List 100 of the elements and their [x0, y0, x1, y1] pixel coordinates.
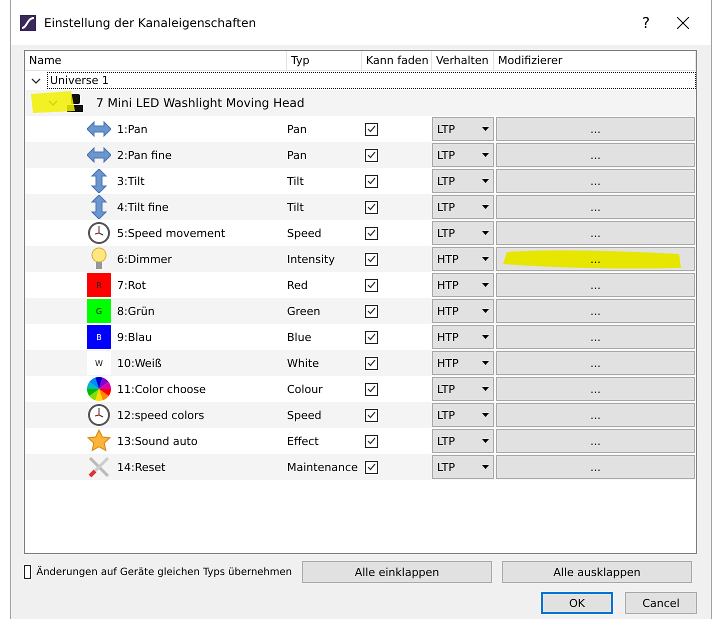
behaviour-dropdown[interactable]: LTP [432, 143, 494, 167]
behaviour-dropdown[interactable]: LTP [432, 403, 494, 427]
fade-checkbox[interactable] [365, 122, 378, 136]
caret-icon [482, 387, 489, 391]
channel-name: 14:Reset [117, 460, 166, 474]
channel-name: 3:Tilt [117, 174, 145, 188]
behaviour-dropdown[interactable]: LTP [432, 429, 494, 453]
behaviour-dropdown[interactable]: HTP [432, 273, 494, 297]
vertical-arrow-icon [91, 169, 107, 193]
channel-type: White [287, 356, 320, 370]
fade-checkbox[interactable] [365, 226, 378, 240]
behaviour-dropdown[interactable]: LTP [432, 221, 494, 245]
channel-type: Green [287, 304, 322, 318]
channel-name: 6:Dimmer [117, 252, 172, 266]
fade-checkbox[interactable] [365, 382, 378, 396]
modifier-button[interactable]: ... [496, 429, 695, 453]
modifier-button[interactable]: ... [496, 351, 695, 375]
caret-icon [482, 309, 489, 313]
channel-name: 7:Rot [117, 278, 146, 292]
channel-type: Intensity [287, 252, 336, 266]
behaviour-dropdown[interactable]: LTP [432, 117, 494, 141]
modifier-button[interactable]: ... [496, 273, 695, 297]
channel-type: Tilt [287, 174, 305, 188]
channel-type: Red [287, 278, 309, 292]
fade-checkbox[interactable] [365, 356, 378, 370]
modifier-button[interactable]: ... [496, 377, 695, 401]
behaviour-dropdown[interactable]: HTP [432, 325, 494, 349]
channel-name: 11:Color choose [117, 382, 206, 396]
behaviour-dropdown[interactable]: LTP [432, 455, 494, 479]
action-button[interactable]: Alle ausklappen [502, 561, 692, 583]
channel-type: Pan [287, 122, 308, 136]
tree-item[interactable]: 7 Mini LED Washlight Moving Head [96, 96, 304, 110]
modifier-button[interactable]: ... [496, 117, 695, 141]
color-swatch-icon: G [87, 299, 111, 323]
channel-type: Tilt [287, 200, 305, 214]
action-button[interactable]: Alle einklappen [302, 561, 492, 583]
modifier-button[interactable]: ... [496, 299, 695, 323]
window-title: Einstellung der Kanaleigenschaften [44, 16, 258, 30]
caret-icon [482, 179, 489, 183]
caret-icon [482, 283, 489, 287]
modifier-button[interactable]: ... [496, 403, 695, 427]
caret-icon [482, 361, 489, 365]
fade-checkbox[interactable] [365, 252, 378, 266]
light-bulb-icon [91, 247, 107, 271]
behaviour-dropdown[interactable]: HTP [432, 351, 494, 375]
modifier-button[interactable]: ... [496, 455, 695, 479]
modifier-button[interactable]: ... [496, 247, 695, 271]
behaviour-dropdown[interactable]: LTP [432, 195, 494, 219]
caret-icon [482, 257, 489, 261]
channel-name: 1:Pan [117, 122, 148, 136]
channel-type: Colour [287, 382, 324, 396]
channel-name: 8:Grün [117, 304, 155, 318]
checkbox[interactable] [24, 565, 32, 579]
cancel-button[interactable]: Cancel [625, 592, 697, 614]
help-button[interactable]: ? [623, 8, 669, 38]
tree-item[interactable]: Universe 1 [47, 72, 696, 89]
chevron-icon[interactable] [31, 76, 41, 84]
caret-icon [482, 465, 489, 469]
behaviour-dropdown[interactable]: HTP [432, 299, 494, 323]
fade-checkbox[interactable] [365, 434, 378, 448]
caret-icon [482, 413, 489, 417]
vertical-arrow-icon [91, 195, 107, 219]
fade-checkbox[interactable] [365, 148, 378, 162]
fade-checkbox[interactable] [365, 460, 378, 474]
channel-name: 12:speed colors [117, 408, 204, 422]
caret-icon [482, 127, 489, 131]
column-header[interactable]: Kann faden [362, 51, 432, 70]
horizontal-arrow-icon [87, 147, 111, 163]
caret-icon [482, 335, 489, 339]
modifier-button[interactable]: ... [496, 221, 695, 245]
fade-checkbox[interactable] [365, 408, 378, 422]
channel-type: Effect [287, 434, 320, 448]
close-icon[interactable] [677, 16, 689, 28]
modifier-button[interactable]: ... [496, 325, 695, 349]
modifier-button[interactable]: ... [496, 169, 695, 193]
fade-checkbox[interactable] [365, 174, 378, 188]
tools-icon [87, 455, 111, 479]
fade-checkbox[interactable] [365, 304, 378, 318]
modifier-button[interactable]: ... [496, 143, 695, 167]
channel-name: 10:Weiß [117, 356, 162, 370]
fade-checkbox[interactable] [365, 330, 378, 344]
channel-type: Maintenance [287, 460, 359, 474]
checkbox-label: Änderungen auf Geräte gleichen Typs übernehmen [36, 566, 292, 578]
color-swatch-icon: W [87, 351, 111, 375]
behaviour-dropdown[interactable]: LTP [432, 169, 494, 193]
star-icon [87, 429, 111, 453]
fade-checkbox[interactable] [365, 200, 378, 214]
column-header[interactable]: Name [25, 51, 287, 70]
modifier-button[interactable]: ... [496, 195, 695, 219]
channel-name: 9:Blau [117, 330, 152, 344]
behaviour-dropdown[interactable]: LTP [432, 377, 494, 401]
caret-icon [482, 205, 489, 209]
behaviour-dropdown[interactable]: HTP [432, 247, 494, 271]
fade-checkbox[interactable] [365, 278, 378, 292]
ok-button[interactable]: OK [541, 592, 613, 614]
caret-icon [482, 439, 489, 443]
column-header[interactable]: Verhalten [432, 51, 494, 70]
column-header[interactable]: Modifizierer [494, 51, 696, 70]
column-header[interactable]: Typ [287, 51, 362, 70]
channel-name: 4:Tilt fine [117, 200, 169, 214]
